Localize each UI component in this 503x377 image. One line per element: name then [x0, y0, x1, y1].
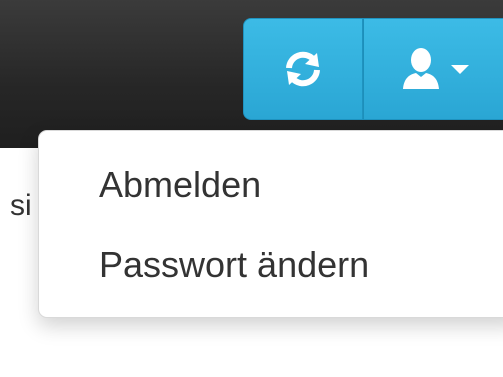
user-icon [402, 48, 439, 89]
refresh-button[interactable] [243, 18, 363, 120]
caret-down-icon [450, 65, 469, 74]
user-dropdown-menu: Abmelden Passwort ändern [38, 130, 503, 318]
refresh-icon [286, 51, 320, 87]
navbar-button-group [243, 18, 503, 120]
user-menu-button[interactable] [363, 18, 503, 120]
menu-item-change-password[interactable]: Passwort ändern [99, 244, 369, 286]
page-partial-text: si [10, 189, 32, 222]
top-navbar [0, 0, 503, 148]
menu-item-logout[interactable]: Abmelden [99, 164, 261, 206]
